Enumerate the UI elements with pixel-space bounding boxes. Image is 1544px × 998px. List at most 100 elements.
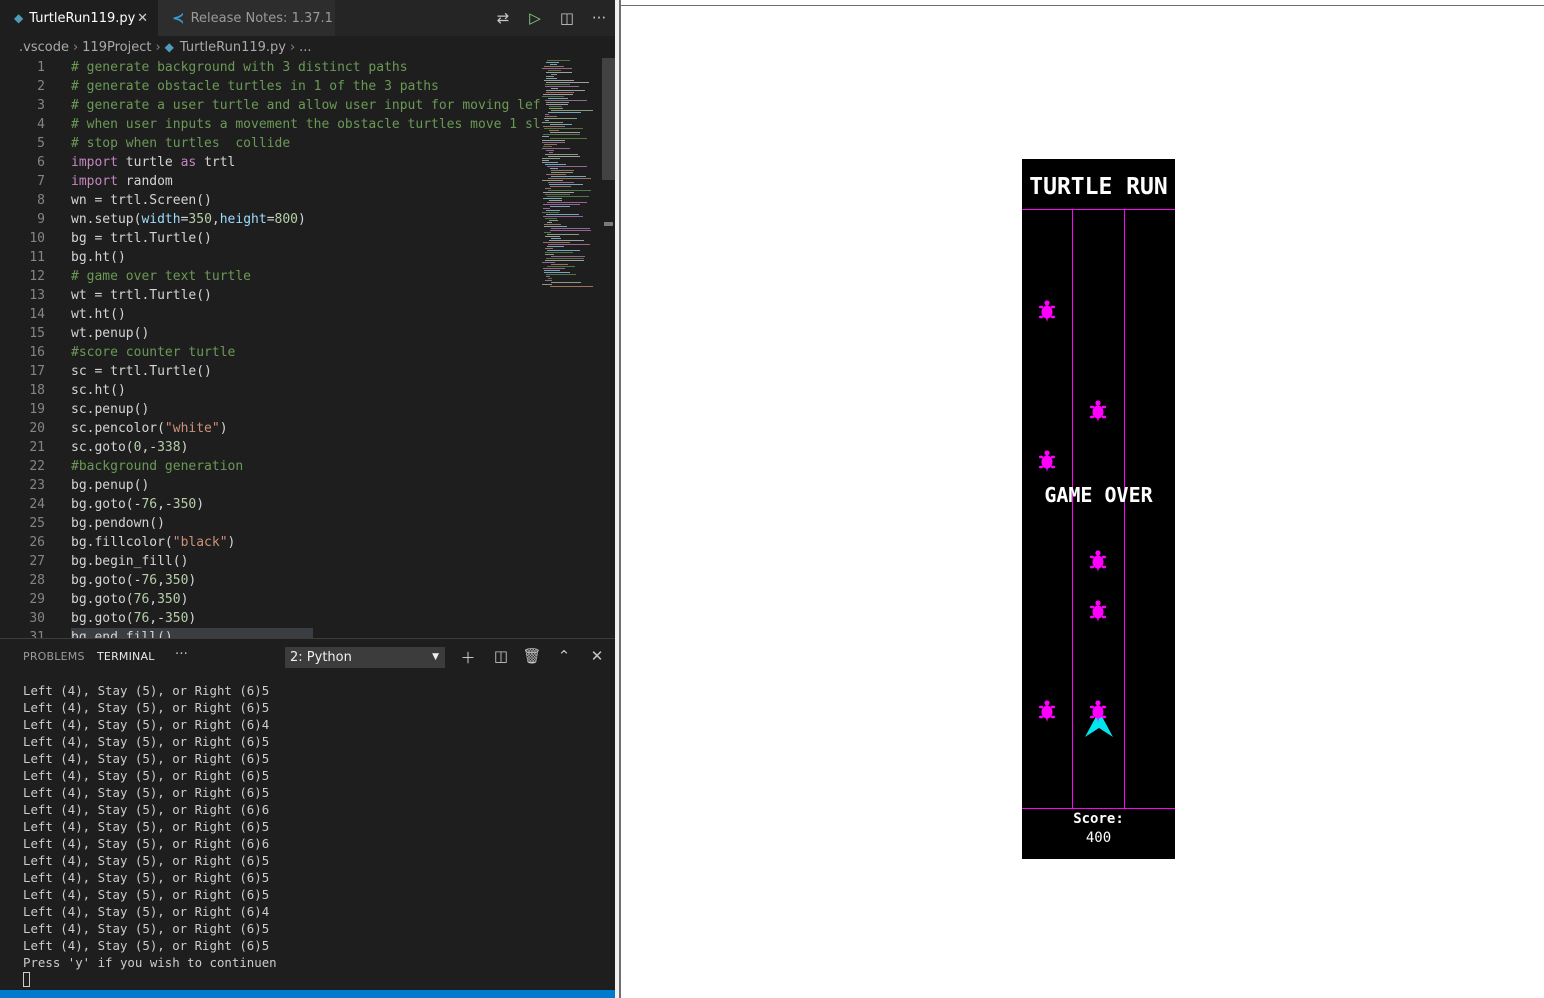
minimap-line bbox=[545, 164, 566, 165]
minimap-line bbox=[543, 146, 552, 147]
code-line[interactable]: 8 wn = trtl.Screen() bbox=[0, 191, 540, 210]
code-token: trtl bbox=[196, 155, 236, 170]
code-line[interactable]: 4 # when user inputs a movement the obsta… bbox=[0, 115, 540, 134]
code-token: 76 bbox=[141, 573, 158, 588]
code-line[interactable]: 1 # generate background with 3 distinct p… bbox=[0, 58, 540, 77]
close-icon[interactable]: ✕ bbox=[137, 11, 148, 26]
obstacle-turtle-icon bbox=[1038, 450, 1056, 472]
code-line[interactable]: 15 wt.penup() bbox=[0, 324, 540, 343]
compare-changes-icon[interactable]: ⇄ bbox=[487, 9, 519, 27]
code-line[interactable]: 6 import turtle as trtl bbox=[0, 153, 540, 172]
terminal-output[interactable]: Left (4), Stay (5), or Right (6)5 Left (4… bbox=[23, 682, 603, 987]
split-terminal-icon[interactable]: ◫ bbox=[490, 647, 512, 665]
terminal-line: Left (4), Stay (5), or Right (6)5 bbox=[23, 734, 270, 749]
code-token: width bbox=[141, 212, 181, 227]
minimap-line bbox=[542, 180, 563, 181]
code-line[interactable]: 12 # game over text turtle bbox=[0, 267, 540, 286]
code-token: # generate a user turtle and allow user … bbox=[71, 98, 540, 113]
run-icon[interactable]: ▷ bbox=[519, 9, 551, 27]
breadcrumb-item[interactable]: TurtleRun119.py bbox=[180, 40, 286, 55]
minimap-line bbox=[543, 242, 570, 243]
minimap-line bbox=[547, 196, 589, 197]
line-number: 13 bbox=[29, 288, 45, 303]
code-line[interactable]: 10 bg = trtl.Turtle() bbox=[0, 229, 540, 248]
line-number: 25 bbox=[29, 516, 45, 531]
terminal-line: Left (4), Stay (5), or Right (6)4 bbox=[23, 717, 270, 732]
minimap-line bbox=[546, 276, 550, 277]
code-line[interactable]: 14 wt.ht() bbox=[0, 305, 540, 324]
code-line[interactable]: 23 bg.penup() bbox=[0, 476, 540, 495]
minimap-line bbox=[545, 252, 573, 253]
code-line[interactable]: 24 bg.goto(-76,-350) bbox=[0, 495, 540, 514]
code-line[interactable]: 3 # generate a user turtle and allow user… bbox=[0, 96, 540, 115]
minimap-line bbox=[546, 274, 576, 275]
minimap[interactable] bbox=[540, 58, 602, 638]
terminal-line: Left (4), Stay (5), or Right (6)4 bbox=[23, 904, 270, 919]
minimap-line bbox=[546, 174, 566, 175]
code-line[interactable]: 17 sc = trtl.Turtle() bbox=[0, 362, 540, 381]
tab-turtlerun[interactable]: ◆ TurtleRun119.py ✕ bbox=[0, 0, 158, 36]
close-panel-icon[interactable]: ✕ bbox=[586, 647, 608, 665]
code-token: ) bbox=[227, 535, 236, 550]
code-token: ) bbox=[180, 440, 189, 455]
code-line[interactable]: 30 bg.goto(76,-350) bbox=[0, 609, 540, 628]
code-line[interactable]: 26 bg.fillcolor("black") bbox=[0, 533, 540, 552]
minimap-line bbox=[545, 236, 560, 237]
code-token: ) bbox=[180, 592, 189, 607]
code-line[interactable]: 25 bg.pendown() bbox=[0, 514, 540, 533]
minimap-line bbox=[548, 98, 568, 99]
minimap-line bbox=[551, 110, 593, 111]
terminal-select[interactable]: 2: Python ▼ bbox=[285, 647, 445, 668]
maximize-panel-icon[interactable]: ⌃ bbox=[553, 647, 575, 665]
line-number: 26 bbox=[29, 535, 45, 550]
code-line[interactable]: 2 # generate obstacle turtles in 1 of the… bbox=[0, 77, 540, 96]
minimap-line bbox=[547, 234, 579, 235]
code-token: # game over text turtle bbox=[71, 269, 252, 284]
minimap-line bbox=[547, 166, 587, 167]
minimap-line bbox=[546, 150, 554, 151]
new-terminal-icon[interactable]: ＋ bbox=[457, 647, 479, 668]
code-line[interactable]: 31 bg.end_fill() bbox=[0, 628, 540, 638]
minimap-line bbox=[545, 194, 570, 195]
code-line[interactable]: 11 bg.ht() bbox=[0, 248, 540, 267]
code-line[interactable]: 28 bg.goto(-76,350) bbox=[0, 571, 540, 590]
code-line[interactable]: 18 sc.ht() bbox=[0, 381, 540, 400]
tab-problems[interactable]: PROBLEMS bbox=[23, 650, 85, 663]
code-line[interactable]: 27 bg.begin_fill() bbox=[0, 552, 540, 571]
code-line[interactable]: 21 sc.goto(0,-338) bbox=[0, 438, 540, 457]
code-token: 800 bbox=[274, 212, 299, 227]
breadcrumb-item[interactable]: .vscode bbox=[19, 40, 69, 55]
minimap-line bbox=[551, 74, 557, 75]
code-text: bg = trtl.Turtle() bbox=[71, 229, 212, 248]
breadcrumb-item[interactable]: ... bbox=[299, 40, 311, 55]
code-line[interactable]: 7 import random bbox=[0, 172, 540, 191]
tab-terminal[interactable]: TERMINAL bbox=[97, 650, 155, 663]
minimap-line bbox=[550, 124, 572, 125]
tab-release-notes[interactable]: ≺ Release Notes: 1.37.1 bbox=[158, 0, 336, 36]
score-label: Score: bbox=[1073, 811, 1124, 827]
minimap-line bbox=[542, 284, 552, 285]
code-line[interactable]: 20 sc.pencolor("white") bbox=[0, 419, 540, 438]
editor-scrollbar[interactable] bbox=[602, 58, 615, 180]
code-line[interactable]: 9 wn.setup(width=350,height=800) bbox=[0, 210, 540, 229]
split-editor-icon[interactable]: ◫ bbox=[551, 9, 583, 27]
code-token: , bbox=[211, 212, 220, 227]
code-line[interactable]: 16 #score counter turtle bbox=[0, 343, 540, 362]
terminal-line: Left (4), Stay (5), or Right (6)6 bbox=[23, 836, 270, 851]
bottom-boundary-line bbox=[1022, 808, 1175, 809]
code-line[interactable]: 19 sc.penup() bbox=[0, 400, 540, 419]
code-line[interactable]: 13 wt = trtl.Turtle() bbox=[0, 286, 540, 305]
code-line[interactable]: 22 #background generation bbox=[0, 457, 540, 476]
line-number: 1 bbox=[37, 60, 45, 75]
minimap-line bbox=[547, 246, 564, 247]
breadcrumb-item[interactable]: 119Project bbox=[82, 40, 151, 55]
trash-icon[interactable]: 🗑 bbox=[521, 647, 543, 665]
code-line[interactable]: 29 bg.goto(76,350) bbox=[0, 590, 540, 609]
code-token: bg.goto( bbox=[71, 592, 134, 607]
more-actions-icon[interactable]: ··· bbox=[583, 9, 615, 27]
code-line[interactable]: 5 # stop when turtles collide bbox=[0, 134, 540, 153]
panel-more-icon[interactable]: ··· bbox=[175, 647, 188, 662]
terminal-line: Left (4), Stay (5), or Right (6)5 bbox=[23, 870, 270, 885]
minimap-line bbox=[549, 184, 583, 185]
code-editor[interactable]: 1 # generate background with 3 distinct p… bbox=[0, 58, 540, 638]
